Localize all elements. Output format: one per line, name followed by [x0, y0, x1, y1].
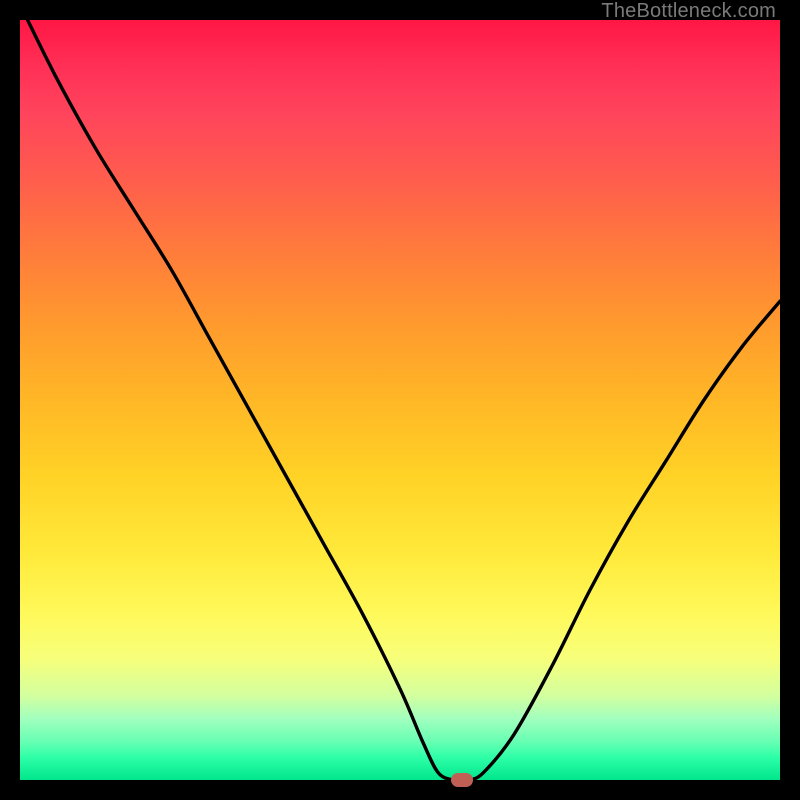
curve-path: [28, 20, 780, 780]
plot-area: [20, 20, 780, 780]
optimal-marker: [451, 773, 473, 787]
chart-frame: TheBottleneck.com: [0, 0, 800, 800]
bottleneck-curve: [20, 20, 780, 780]
